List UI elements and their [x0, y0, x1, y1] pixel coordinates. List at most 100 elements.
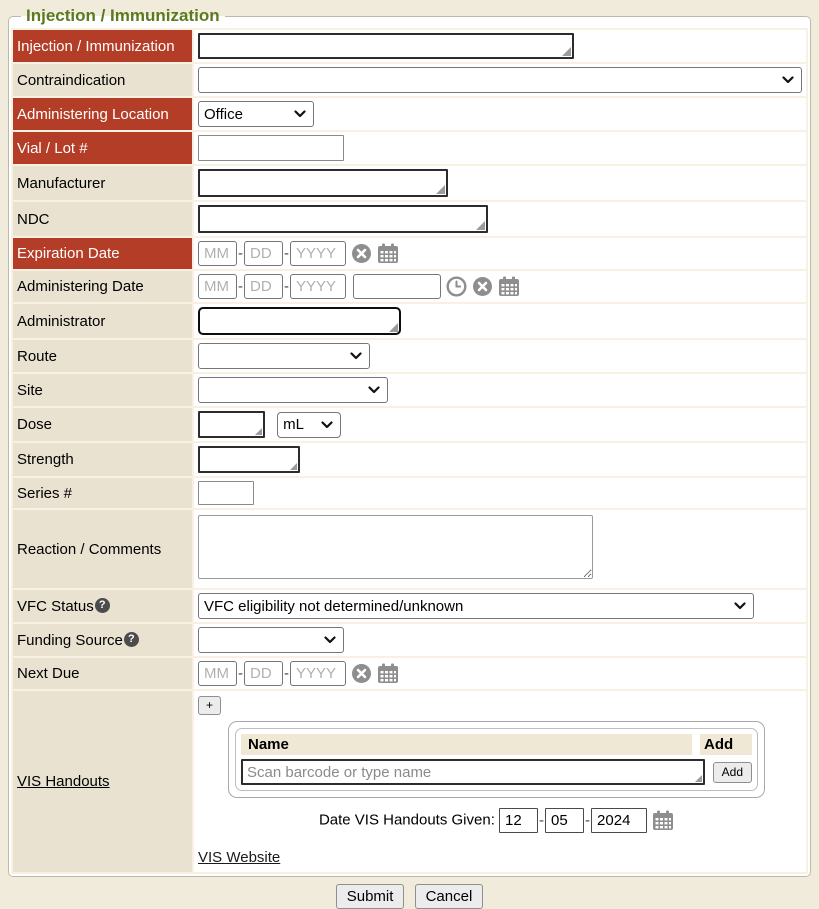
row-vis-handouts: VIS Handouts + Name Add — [12, 690, 807, 873]
vis-website-link[interactable]: VIS Website — [198, 849, 280, 866]
vfc-status-label: VFC Status — [17, 598, 94, 615]
vis-handouts-label-link[interactable]: VIS Handouts — [17, 773, 110, 790]
administering-day-input[interactable] — [244, 274, 283, 299]
dose-unit-select-value: mL — [283, 416, 304, 433]
series-label: Series # — [12, 477, 193, 509]
vis-add-row-button[interactable]: + — [198, 696, 221, 715]
help-icon[interactable]: ? — [95, 598, 110, 613]
row-ndc: NDC — [12, 201, 807, 237]
resize-grip-icon[interactable] — [562, 47, 571, 56]
series-input[interactable] — [198, 481, 254, 505]
chevron-down-icon — [350, 352, 362, 360]
reaction-comments-textarea[interactable] — [198, 515, 593, 579]
row-manufacturer: Manufacturer — [12, 165, 807, 201]
chevron-down-icon — [734, 602, 746, 610]
ndc-input[interactable] — [198, 205, 488, 233]
vis-handouts-box: Name Add Add — [228, 721, 765, 833]
vis-date-year-input[interactable] — [591, 808, 647, 833]
next-due-year-input[interactable] — [290, 661, 346, 686]
administering-location-label: Administering Location — [12, 97, 193, 131]
contraindication-select[interactable] — [198, 67, 802, 93]
clear-date-icon[interactable] — [351, 243, 372, 264]
strength-label: Strength — [12, 442, 193, 477]
site-label: Site — [12, 373, 193, 407]
manufacturer-input[interactable] — [198, 169, 448, 197]
submit-button[interactable]: Submit — [336, 884, 405, 909]
clear-date-icon[interactable] — [351, 663, 372, 684]
date-separator: - — [238, 245, 243, 262]
row-dose: Dose mL — [12, 407, 807, 442]
administering-year-input[interactable] — [290, 274, 346, 299]
vis-date-day-input[interactable] — [545, 808, 584, 833]
row-site: Site — [12, 373, 807, 407]
chevron-down-icon — [324, 636, 336, 644]
chevron-down-icon — [782, 76, 794, 84]
vfc-status-select-value: VFC eligibility not determined/unknown — [204, 598, 463, 615]
manufacturer-label: Manufacturer — [12, 165, 193, 201]
resize-grip-icon[interactable] — [695, 775, 702, 782]
administering-location-select-value: Office — [204, 106, 243, 123]
reaction-comments-label: Reaction / Comments — [12, 509, 193, 589]
next-due-day-input[interactable] — [244, 661, 283, 686]
vfc-status-select[interactable]: VFC eligibility not determined/unknown — [198, 593, 754, 619]
resize-grip-icon[interactable] — [290, 463, 297, 470]
cancel-button[interactable]: Cancel — [415, 884, 484, 909]
funding-source-select[interactable] — [198, 627, 344, 653]
administering-month-input[interactable] — [198, 274, 237, 299]
row-administering-date: Administering Date -- — [12, 270, 807, 303]
date-separator: - — [539, 812, 544, 829]
help-icon[interactable]: ? — [124, 632, 139, 647]
injection-label: Injection / Immunization — [12, 29, 193, 63]
row-strength: Strength — [12, 442, 807, 477]
route-select[interactable] — [198, 343, 370, 369]
date-separator: - — [585, 812, 590, 829]
row-vial-lot: Vial / Lot # — [12, 131, 807, 165]
resize-grip-icon[interactable] — [389, 323, 398, 332]
strength-input[interactable] — [198, 446, 300, 473]
calendar-icon[interactable] — [498, 276, 520, 297]
administering-date-label: Administering Date — [12, 270, 193, 303]
chevron-down-icon — [294, 110, 306, 118]
contraindication-label: Contraindication — [12, 63, 193, 97]
vis-date-month-input[interactable] — [499, 808, 538, 833]
resize-grip-icon[interactable] — [436, 185, 445, 194]
row-series: Series # — [12, 477, 807, 509]
next-due-month-input[interactable] — [198, 661, 237, 686]
vis-name-header: Name — [241, 734, 692, 755]
funding-source-label: Funding Source — [17, 632, 123, 649]
calendar-icon[interactable] — [377, 243, 399, 264]
resize-grip-icon[interactable] — [255, 428, 262, 435]
row-reaction: Reaction / Comments — [12, 509, 807, 589]
row-administering-location: Administering Location Office — [12, 97, 807, 131]
vis-add-button[interactable]: Add — [713, 762, 752, 783]
ndc-label: NDC — [12, 201, 193, 237]
injection-immunization-fieldset: Injection / Immunization Injection / Imm… — [8, 6, 811, 877]
site-select[interactable] — [198, 377, 388, 403]
row-administrator: Administrator — [12, 303, 807, 339]
expiration-date-label: Expiration Date — [12, 237, 193, 270]
row-contraindication: Contraindication — [12, 63, 807, 97]
clear-date-icon[interactable] — [472, 276, 493, 297]
vis-scan-input[interactable] — [241, 759, 705, 785]
administering-location-select[interactable]: Office — [198, 101, 314, 127]
vis-add-header: Add — [700, 734, 752, 755]
administrator-input[interactable] — [198, 307, 401, 335]
administrator-label: Administrator — [12, 303, 193, 339]
calendar-icon[interactable] — [652, 810, 674, 831]
vial-lot-input[interactable] — [198, 135, 344, 161]
administering-time-input[interactable] — [353, 274, 441, 299]
expiration-day-input[interactable] — [244, 241, 283, 266]
calendar-icon[interactable] — [377, 663, 399, 684]
injection-input[interactable] — [198, 33, 574, 59]
resize-grip-icon[interactable] — [476, 221, 485, 230]
date-separator: - — [284, 665, 289, 682]
date-separator: - — [284, 245, 289, 262]
clock-icon[interactable] — [446, 276, 467, 297]
vial-lot-label: Vial / Lot # — [12, 131, 193, 165]
row-route: Route — [12, 339, 807, 373]
route-label: Route — [12, 339, 193, 373]
date-separator: - — [284, 278, 289, 295]
expiration-month-input[interactable] — [198, 241, 237, 266]
dose-unit-select[interactable]: mL — [277, 412, 341, 438]
expiration-year-input[interactable] — [290, 241, 346, 266]
